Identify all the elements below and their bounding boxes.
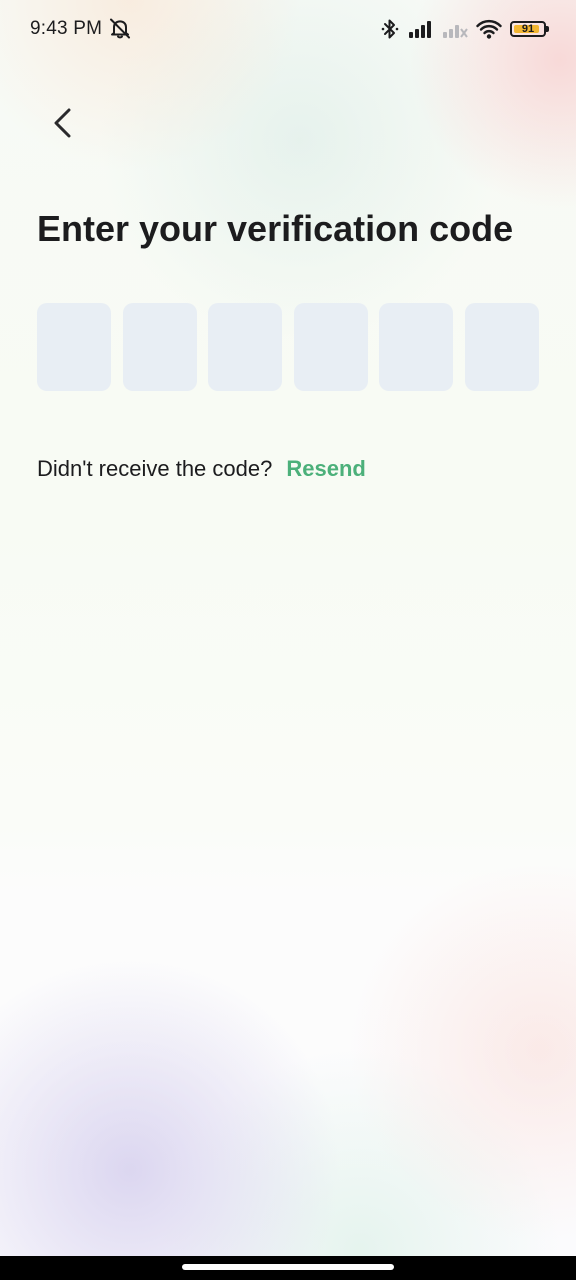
status-bar: 9:43 PM 91 (0, 0, 576, 58)
code-digit-1[interactable] (37, 303, 111, 391)
resend-prompt: Didn't receive the code? (37, 456, 273, 481)
code-digit-4[interactable] (293, 303, 368, 391)
signal-no-service-icon (442, 19, 468, 39)
status-time: 9:43 PM (30, 18, 103, 39)
resend-link[interactable]: Resend (286, 456, 365, 481)
status-icons: 91 (380, 16, 549, 42)
bell-off-icon (108, 16, 132, 40)
code-digit-6[interactable] (464, 303, 539, 391)
battery-indicator: 91 (510, 21, 549, 37)
code-digit-5[interactable] (379, 303, 454, 391)
back-button[interactable] (38, 100, 88, 150)
wifi-icon (476, 18, 502, 40)
resend-row: Didn't receive the code? Resend (37, 456, 366, 482)
code-digit-3[interactable] (208, 303, 283, 391)
verification-code-inputs (37, 303, 539, 391)
signal-icon (408, 19, 434, 39)
page-title: Enter your verification code (37, 208, 514, 249)
home-indicator[interactable] (182, 1264, 394, 1270)
battery-level: 91 (521, 23, 535, 35)
bluetooth-icon (380, 18, 400, 40)
chevron-left-icon (51, 107, 75, 144)
code-digit-2[interactable] (122, 303, 197, 391)
navigation-bar (0, 1256, 576, 1280)
